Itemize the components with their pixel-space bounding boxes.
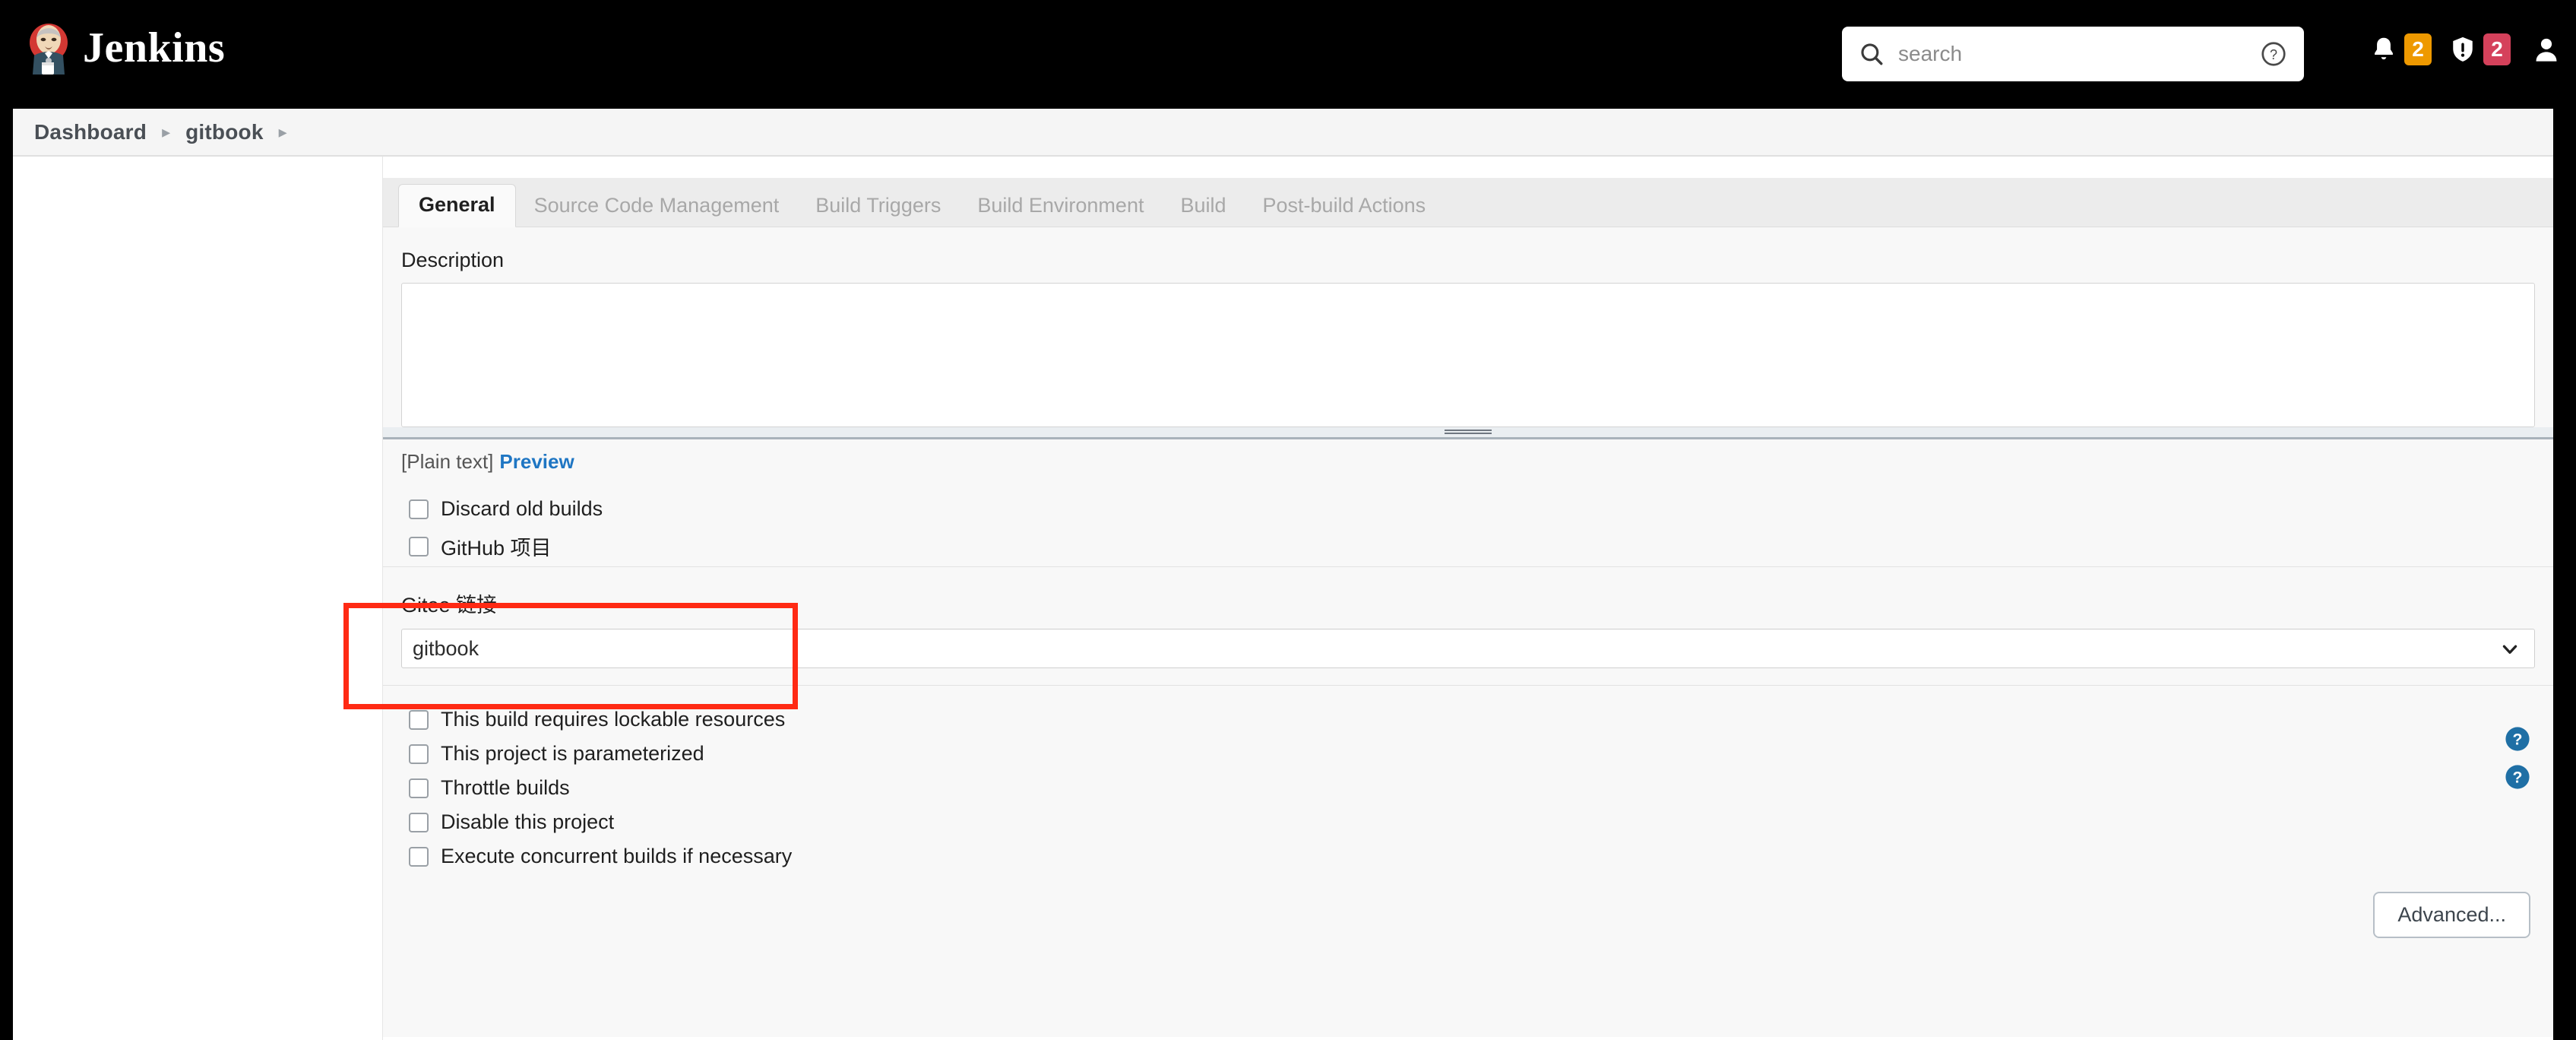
checkbox-label-parameterized: This project is parameterized xyxy=(441,742,704,765)
description-preview-link[interactable]: Preview xyxy=(499,450,574,473)
checkbox-label-disable-project: Disable this project xyxy=(441,810,615,833)
security-warnings-button[interactable]: 2 xyxy=(2450,33,2511,65)
checkbox-label-throttle-builds: Throttle builds xyxy=(441,776,570,799)
checkbox-label-concurrent-builds: Execute concurrent builds if necessary xyxy=(441,845,793,867)
checkbox-row-throttle-builds[interactable]: Throttle builds xyxy=(401,771,2553,805)
main-body: General Source Code Management Build Tri… xyxy=(13,157,2553,1040)
security-warnings-badge: 2 xyxy=(2483,33,2511,65)
gitee-link-select[interactable]: gitbook xyxy=(401,629,2535,668)
breadcrumb-item-dashboard[interactable]: Dashboard xyxy=(34,120,147,144)
breadcrumb-item-gitbook[interactable]: gitbook xyxy=(185,120,264,144)
tab-build-triggers[interactable]: Build Triggers xyxy=(797,185,959,227)
gitee-label-row: Gitee 链接 xyxy=(383,567,2553,629)
general-tab-panel: Description [Plain text] Preview Discard… xyxy=(383,227,2553,969)
description-field-wrap xyxy=(401,283,2553,427)
tab-general[interactable]: General xyxy=(398,184,516,227)
gitee-link-block: Gitee 链接 gitbook xyxy=(383,567,2553,685)
breadcrumb-separator-icon-2[interactable]: ▸ xyxy=(279,123,287,141)
checkbox-github-project[interactable] xyxy=(409,536,429,556)
checkbox-row-parameterized[interactable]: This project is parameterized xyxy=(401,737,2553,771)
breadcrumb-separator-icon: ▸ xyxy=(162,122,171,141)
checkbox-parameterized[interactable] xyxy=(409,744,429,764)
description-resize-handle[interactable] xyxy=(383,427,2553,439)
checkbox-label-discard-old-builds: Discard old builds xyxy=(441,497,603,520)
bell-icon xyxy=(2375,37,2393,60)
tab-source-code-management[interactable]: Source Code Management xyxy=(516,185,798,227)
side-panel xyxy=(13,157,383,1040)
search-icon xyxy=(1861,43,1883,65)
advanced-button[interactable]: Advanced... xyxy=(2373,892,2530,938)
checkbox-lockable-resources[interactable] xyxy=(409,709,429,730)
jenkins-logo-link[interactable]: Jenkins xyxy=(25,21,225,75)
notifications-badge: 2 xyxy=(2404,33,2432,65)
description-row: Description xyxy=(383,227,2553,427)
user-icon[interactable] xyxy=(2533,34,2559,65)
search-input[interactable] xyxy=(1898,42,2260,66)
app-header: Jenkins ? 2 xyxy=(13,0,2557,109)
search-box[interactable]: ? xyxy=(1842,27,2304,81)
checkbox-concurrent-builds[interactable] xyxy=(409,846,429,867)
advanced-button-wrap: Advanced... xyxy=(383,874,2553,938)
job-config-panel: General Source Code Management Build Tri… xyxy=(383,178,2553,1037)
checkbox-row-lockable-resources[interactable]: This build requires lockable resources xyxy=(401,702,2553,737)
plain-text-label: [Plain text] xyxy=(401,450,494,473)
checkbox-row-github-project[interactable]: GitHub 项目 xyxy=(401,526,2553,566)
screen: Jenkins ? 2 xyxy=(0,0,2576,1040)
notifications-button[interactable]: 2 xyxy=(2371,33,2432,65)
svg-text:?: ? xyxy=(2270,47,2277,62)
checkbox-throttle-builds[interactable] xyxy=(409,778,429,798)
bottom-checkbox-group: This build requires lockable resources T… xyxy=(383,686,2553,874)
config-tab-bar: General Source Code Management Build Tri… xyxy=(383,178,2553,227)
checkbox-label-lockable-resources: This build requires lockable resources xyxy=(441,708,786,731)
resize-grip-icon xyxy=(1445,430,1492,436)
checkbox-row-disable-project[interactable]: Disable this project xyxy=(401,805,2553,839)
tab-build-environment[interactable]: Build Environment xyxy=(959,185,1162,227)
description-format-row: [Plain text] Preview xyxy=(383,439,2553,474)
jenkins-brand-text: Jenkins xyxy=(83,24,226,71)
checkbox-row-concurrent-builds[interactable]: Execute concurrent builds if necessary xyxy=(401,839,2553,874)
page: Jenkins ? 2 xyxy=(13,0,2557,1040)
tab-build[interactable]: Build xyxy=(1162,185,1244,227)
checkbox-row-discard-old-builds[interactable]: Discard old builds xyxy=(401,492,2553,526)
tab-post-build-actions[interactable]: Post-build Actions xyxy=(1245,185,1445,227)
description-textarea[interactable] xyxy=(401,283,2535,427)
checkbox-disable-project[interactable] xyxy=(409,812,429,832)
search-help-icon[interactable]: ? xyxy=(2260,40,2287,68)
jenkins-butler-logo-icon xyxy=(30,24,68,75)
checkbox-label-github-project: GitHub 项目 xyxy=(441,537,552,560)
description-format-note: [Plain text] Preview xyxy=(401,439,2553,474)
gitee-select-wrap: gitbook xyxy=(383,629,2553,668)
top-checkbox-group: Discard old builds ? GitHub 项目 ? xyxy=(383,474,2553,789)
breadcrumb: Dashboard ▸ gitbook ▸ xyxy=(13,109,2553,157)
shield-exclamation-icon xyxy=(2453,36,2473,62)
header-icon-group: 2 2 xyxy=(2353,33,2557,65)
gitee-link-label: Gitee 链接 xyxy=(401,594,498,617)
description-label: Description xyxy=(401,249,505,271)
checkbox-discard-old-builds[interactable] xyxy=(409,499,429,519)
